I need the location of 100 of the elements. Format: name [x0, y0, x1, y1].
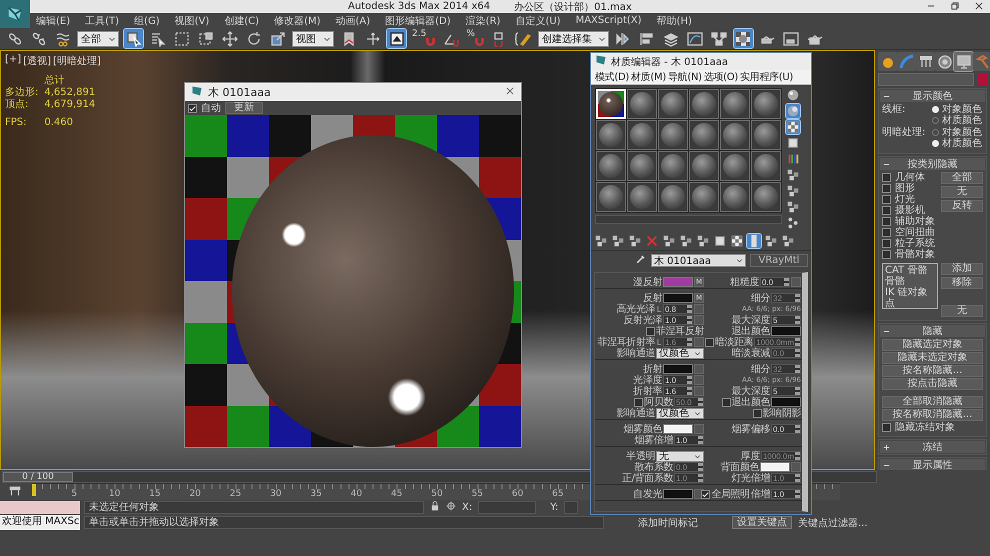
color-swatch[interactable]	[771, 397, 801, 407]
caret-icon[interactable]	[694, 410, 701, 416]
panel-button[interactable]: 移除	[941, 277, 983, 289]
cursor-icon[interactable]	[124, 29, 143, 48]
spinner-field[interactable]: 5	[771, 386, 801, 396]
caret-icon[interactable]	[736, 257, 743, 264]
panel-button[interactable]: 隐藏选定对象	[882, 339, 983, 351]
list-item[interactable]: CAT 骨骼	[885, 265, 935, 276]
name-field[interactable]	[878, 73, 974, 86]
checkbox[interactable]	[646, 326, 655, 336]
scrollbar[interactable]	[595, 215, 782, 224]
spinner-field[interactable]: 5	[771, 315, 801, 325]
panel-button[interactable]: 添加	[941, 263, 983, 275]
color-swatch[interactable]	[663, 364, 693, 374]
arrow-square-icon[interactable]	[387, 29, 406, 48]
dropdown[interactable]: 创建选择集	[538, 30, 609, 46]
color-swatch[interactable]	[977, 74, 987, 86]
update-button[interactable]: 更新	[225, 102, 263, 114]
spinner-field[interactable]: 0.0	[771, 424, 801, 434]
time-tag-link[interactable]: 添加时间标记	[638, 516, 698, 530]
cubes-icon[interactable]	[786, 184, 800, 198]
color-swatch[interactable]	[663, 293, 693, 303]
menu-item[interactable]: 帮助(H)	[656, 14, 692, 28]
color-bars-icon[interactable]	[786, 152, 800, 166]
cubes-icon[interactable]	[786, 168, 800, 182]
menu-item[interactable]: 工具(T)	[85, 14, 120, 28]
menu-item[interactable]: 视图(V)	[174, 14, 210, 28]
menu-item[interactable]: 选项(O)	[704, 70, 738, 84]
dropdown[interactable]: 无	[656, 450, 704, 462]
dots-icon[interactable]	[786, 216, 800, 230]
color-swatch[interactable]	[663, 424, 693, 434]
dropdown[interactable]: 视图	[292, 30, 334, 46]
rollout-header[interactable]: 隐藏	[880, 325, 985, 337]
list-item[interactable]: IK 链对象	[885, 287, 935, 298]
viewport-label[interactable]: [透视]	[23, 54, 51, 68]
spinner-arrows-icon[interactable]	[795, 316, 800, 324]
menu-item[interactable]: MAXScript(X)	[576, 15, 642, 26]
rollout-header[interactable]: 显示颜色	[880, 90, 985, 102]
color-swatch[interactable]	[771, 326, 801, 336]
rollout-header[interactable]: 冻结	[880, 441, 985, 453]
cubes-icon[interactable]	[786, 200, 800, 214]
minus-icon[interactable]	[883, 161, 890, 168]
panel-button[interactable]: 无	[941, 186, 983, 198]
checkbox[interactable]	[882, 195, 891, 204]
menu-item[interactable]: 自定义(U)	[515, 14, 561, 28]
rollout-header[interactable]: 按类别隐藏	[880, 158, 985, 170]
menu-item[interactable]: 编辑(E)	[36, 14, 70, 28]
cubes-icon[interactable]	[781, 234, 795, 248]
move-arrows-icon[interactable]	[220, 29, 239, 48]
menu-item[interactable]: 图形编辑器(D)	[385, 14, 451, 28]
checkbox[interactable]	[634, 398, 644, 406]
rollout-header[interactable]: 显示属性	[880, 459, 985, 470]
color-swatch[interactable]	[760, 462, 790, 472]
cubes-icon[interactable]	[662, 234, 676, 248]
spinner-arrows-icon[interactable]	[795, 425, 800, 433]
caret-icon[interactable]	[694, 350, 701, 356]
panel-button[interactable]: 按名称取消隐藏...	[882, 409, 983, 421]
checkbox[interactable]	[882, 250, 891, 259]
checkbox[interactable]	[882, 206, 891, 215]
menu-item[interactable]: 渲染(R)	[466, 14, 500, 28]
cubes-icon[interactable]	[696, 234, 710, 248]
color-swatch[interactable]	[663, 277, 693, 287]
checker-icon[interactable]	[786, 120, 800, 134]
cubes-icon[interactable]	[628, 234, 642, 248]
spinner-field[interactable]: 1.0	[663, 315, 693, 325]
cubes-icon[interactable]	[611, 234, 625, 248]
viewport-label[interactable]: [明暗处理]	[53, 54, 101, 68]
menu-item[interactable]: 修改器(M)	[274, 14, 320, 28]
list-box[interactable]: CAT 骨骼 骨骼 IK 链对象 点	[882, 263, 938, 309]
minus-icon[interactable]	[883, 328, 890, 335]
panel-button[interactable]: 全部取消隐藏	[882, 396, 983, 408]
material-name-field[interactable]: 木 0101aaa	[651, 254, 746, 267]
lock-button[interactable]: L	[656, 304, 662, 314]
checkbox[interactable]	[704, 338, 714, 346]
menu-item[interactable]: 模式(D)	[595, 70, 630, 84]
wheel-icon[interactable]	[935, 52, 954, 71]
viewport-label[interactable]: [+]	[5, 54, 22, 68]
checker-icon[interactable]	[730, 234, 744, 248]
minus-icon[interactable]	[883, 462, 890, 469]
color-swatch[interactable]	[663, 489, 693, 499]
checkbox[interactable]	[882, 239, 891, 248]
checkbox[interactable]	[882, 217, 891, 226]
cubes-icon[interactable]	[594, 234, 608, 248]
checkbox[interactable]	[701, 490, 710, 498]
listener-field[interactable]	[0, 501, 80, 514]
radio-button[interactable]	[932, 117, 939, 124]
checkbox[interactable]	[882, 228, 891, 237]
list-item[interactable]: 点	[885, 298, 935, 309]
checkbox[interactable]	[882, 184, 891, 193]
app-logo-icon[interactable]	[0, 0, 30, 28]
menu-item[interactable]: 动画(A)	[336, 14, 370, 28]
caret-icon[interactable]	[694, 452, 701, 460]
sun-icon[interactable]	[878, 52, 897, 71]
snap-toggle-button[interactable]: %	[465, 29, 485, 48]
spinner-field[interactable]: 0.0	[760, 277, 790, 287]
spinner-field[interactable]: 0.8	[663, 304, 693, 314]
cubes-icon[interactable]	[764, 234, 778, 248]
spinner-arrows-icon[interactable]	[795, 387, 800, 395]
dropdown[interactable]: 仅颜色	[656, 348, 704, 358]
panel-button[interactable]: 隐藏未选定对象	[882, 352, 983, 364]
